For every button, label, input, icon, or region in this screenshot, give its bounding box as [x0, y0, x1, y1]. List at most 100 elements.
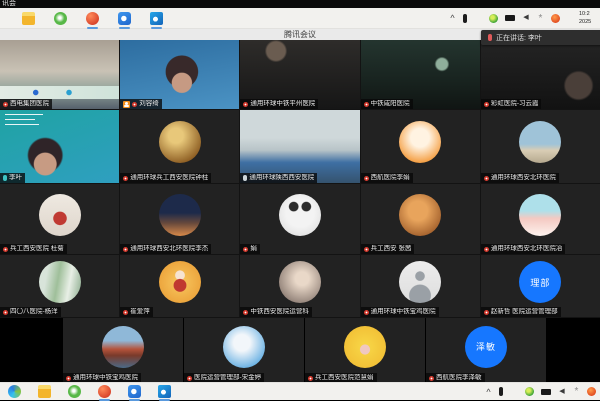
participant-name: 通用环球西安北环医院李杰: [130, 245, 208, 253]
tray-security-icon[interactable]: [551, 14, 560, 23]
participant-label: 西航医院李娟: [361, 173, 413, 183]
green-app-icon[interactable]: [68, 385, 81, 398]
participant-name: 西航医院李娟: [371, 174, 410, 182]
mic-active-icon: [3, 175, 7, 181]
participant-label: 四〇八医院-杨洋: [0, 307, 61, 317]
participant-tile[interactable]: 娟: [240, 184, 359, 254]
tray-mic-icon[interactable]: [499, 387, 503, 396]
org-logo-icon: [132, 102, 137, 107]
edge-icon[interactable]: [8, 385, 21, 398]
photo-avatar: [344, 326, 386, 368]
taskbar-clock[interactable]: 10:2 2025: [579, 10, 600, 26]
tray-settings-icon[interactable]: *: [573, 386, 580, 397]
participant-tile[interactable]: 通用环球中铁宝鸡医院: [361, 255, 480, 317]
participant-tile[interactable]: 兵工西安医院范慧娟: [305, 318, 425, 383]
participant-label: 刘容绮: [120, 99, 162, 109]
org-logo-icon: [123, 247, 128, 252]
participant-name: 四〇八医院-杨洋: [10, 308, 58, 316]
participant-tile[interactable]: 崔爱萍: [120, 255, 239, 317]
participant-tile[interactable]: 李叶: [0, 110, 119, 183]
participant-tile[interactable]: 通用环球西安北环医院冶: [481, 184, 600, 254]
participant-tile[interactable]: 医院运营管理部-宋金婷: [184, 318, 304, 383]
active-app-underline: [87, 27, 98, 29]
participant-label: 西电集团医院: [0, 99, 52, 109]
tray-antivirus-icon[interactable]: [525, 387, 534, 396]
red-app-icon[interactable]: [98, 385, 111, 398]
participant-name: 西电集团医院: [10, 100, 49, 108]
participant-name: 兵工西安医院 杜菊: [10, 245, 64, 253]
participant-name: 兵工西安医院范慧娟: [315, 374, 374, 382]
outlook-icon[interactable]: [150, 12, 163, 25]
photo-avatar: [159, 261, 201, 303]
tray-battery-icon[interactable]: [505, 15, 515, 21]
org-logo-icon: [364, 176, 369, 181]
participant-label: 通用环球陕西西安医院: [240, 173, 317, 183]
tencent-meeting-icon[interactable]: [128, 385, 141, 398]
participant-tile[interactable]: 通用环球中铁平州医院: [240, 40, 359, 109]
participant-tile[interactable]: 四〇八医院-杨洋: [0, 255, 119, 317]
org-logo-icon: [364, 310, 369, 315]
participant-tile[interactable]: 通用环球西安北环医院李杰: [120, 184, 239, 254]
photo-avatar: [279, 261, 321, 303]
participant-name: 通用环球中铁宝鸡医院: [73, 374, 138, 382]
org-logo-icon: [429, 376, 434, 381]
photo-avatar: [159, 194, 201, 236]
participant-tile[interactable]: 通用环球兵工西安医院钟柱: [120, 110, 239, 183]
org-logo-icon: [484, 102, 489, 107]
meeting-title: 腾讯会议: [284, 30, 316, 39]
tray-chevron-up-icon[interactable]: ^: [449, 12, 456, 24]
participant-name: 通用环球西安北环医院: [491, 174, 556, 182]
participant-tile[interactable]: 中铁咸阳医院: [361, 40, 480, 109]
photo-avatar: [39, 194, 81, 236]
speaking-indicator-toast: 正在讲话: 李叶: [481, 30, 600, 45]
tray-network-icon[interactable]: [510, 388, 518, 396]
screen-banner: [0, 86, 119, 99]
participant-tile[interactable]: 西航医院李娟: [361, 110, 480, 183]
tray-volume-icon[interactable]: ◀: [522, 13, 530, 23]
org-logo-icon: [3, 102, 8, 107]
taskbar-top-tray: ^ ◀ *: [449, 8, 560, 28]
clock-date: 2025: [579, 18, 600, 26]
org-logo-icon: [484, 176, 489, 181]
photo-avatar: [102, 326, 144, 368]
participant-label: 通用环球中铁平州医院: [240, 99, 318, 109]
tray-volume-icon[interactable]: ◀: [558, 387, 566, 397]
grid-row: 通用环球中铁宝鸡医院 医院运营管理部-宋金婷兵工西安医院范慧娟 泽敏西航医院李泽敏: [0, 318, 600, 383]
participant-tile[interactable]: 兵工西安 张茜: [361, 184, 480, 254]
tray-battery-icon[interactable]: [541, 389, 551, 395]
participant-label: 崔爱萍: [120, 307, 153, 317]
participant-tile[interactable]: 兵工西安医院 杜菊: [0, 184, 119, 254]
red-app-icon[interactable]: [86, 12, 99, 25]
participant-tile[interactable]: 西电集团医院: [0, 40, 119, 109]
participant-tile[interactable]: 通用环球陕西西安医院: [240, 110, 359, 183]
participant-label: 通用环球西安北环医院: [481, 173, 559, 183]
slide-text-lines: [5, 114, 49, 129]
participant-label: 通用环球兵工西安医院钟柱: [120, 173, 211, 183]
clock-time: 10:2: [579, 10, 600, 18]
participant-tile[interactable]: 理部赵新哲 医院运营管理部: [481, 255, 600, 317]
tray-security-icon[interactable]: [587, 387, 596, 396]
file-explorer-icon[interactable]: [22, 12, 35, 25]
participant-tile[interactable]: 刘容绮: [120, 40, 239, 109]
participant-label: 兵工西安 张茜: [361, 244, 415, 254]
participant-tile[interactable]: 彩虹医院-习云霞: [481, 40, 600, 109]
initials-avatar: 泽敏: [465, 326, 507, 368]
tray-mic-icon[interactable]: [463, 14, 467, 23]
tray-chevron-up-icon[interactable]: ^: [485, 386, 492, 398]
participant-tile[interactable]: 通用环球西安北环医院: [481, 110, 600, 183]
participant-tile[interactable]: 泽敏西航医院李泽敏: [426, 318, 546, 383]
participant-name: 刘容绮: [139, 100, 159, 108]
participant-tile[interactable]: 通用环球中铁宝鸡医院: [63, 318, 183, 383]
cropped-window-strip: 讯会: [0, 0, 600, 8]
green-app-icon[interactable]: [54, 12, 67, 25]
org-logo-icon: [123, 176, 128, 181]
outlook-icon[interactable]: [158, 385, 171, 398]
initials-avatar: 理部: [519, 261, 561, 303]
tray-network-icon[interactable]: [474, 14, 482, 22]
participant-name: 赵新哲 医院运营管理部: [491, 308, 558, 316]
file-explorer-icon[interactable]: [38, 385, 51, 398]
tencent-meeting-icon[interactable]: [118, 12, 131, 25]
tray-antivirus-icon[interactable]: [489, 14, 498, 23]
participant-tile[interactable]: 中铁西安医院运营科: [240, 255, 359, 317]
tray-settings-icon[interactable]: *: [537, 13, 544, 24]
